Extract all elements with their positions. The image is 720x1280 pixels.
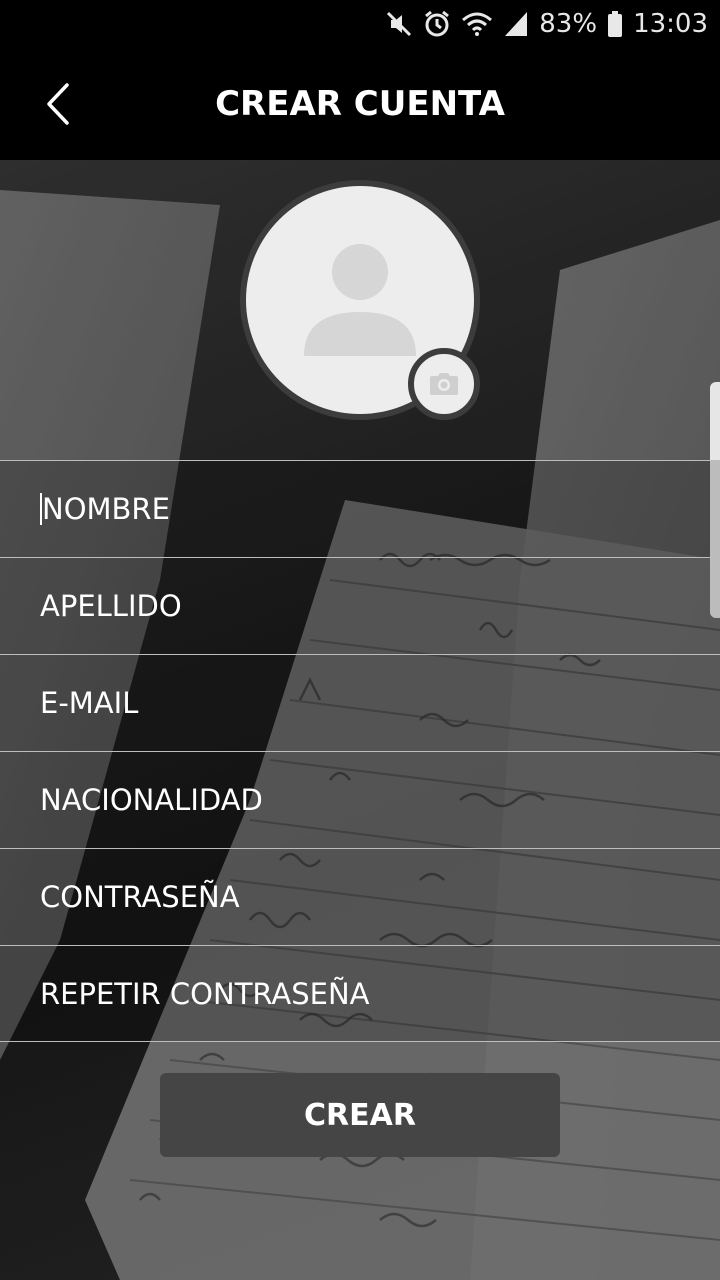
signal-icon [503, 10, 529, 38]
first-name-field[interactable]: NOMBRE [0, 460, 720, 557]
app-bar: CREAR CUENTA [0, 48, 720, 160]
alarm-icon [423, 10, 451, 38]
create-account-button-label: CREAR [304, 1097, 416, 1133]
repeat-password-placeholder: REPETIR CONTRASEÑA [40, 976, 370, 1011]
email-field[interactable]: E-MAIL [0, 654, 720, 751]
last-name-placeholder: APELLIDO [40, 589, 182, 623]
nationality-field[interactable]: NACIONALIDAD [0, 751, 720, 848]
nationality-placeholder: NACIONALIDAD [40, 783, 263, 817]
battery-icon [607, 10, 623, 38]
registration-form: NOMBRE APELLIDO E-MAIL NACIONALIDAD CONT… [0, 460, 720, 1042]
change-photo-button[interactable] [408, 348, 480, 420]
password-field[interactable]: CONTRASEÑA [0, 848, 720, 945]
wifi-icon [461, 10, 493, 38]
email-placeholder: E-MAIL [40, 686, 139, 720]
profile-photo-area [240, 180, 480, 420]
status-bar: 83% 13:03 [0, 0, 720, 48]
repeat-password-field[interactable]: REPETIR CONTRASEÑA [0, 945, 720, 1042]
mute-icon [385, 10, 413, 38]
user-placeholder-icon [304, 244, 416, 356]
create-account-button[interactable]: CREAR [160, 1073, 560, 1157]
last-name-field[interactable]: APELLIDO [0, 557, 720, 654]
battery-percentage: 83% [539, 9, 598, 39]
camera-icon [430, 373, 458, 395]
clock-time: 13:03 [633, 9, 708, 39]
first-name-placeholder: NOMBRE [42, 492, 170, 526]
page-title: CREAR CUENTA [215, 84, 505, 124]
password-placeholder: CONTRASEÑA [40, 880, 240, 914]
